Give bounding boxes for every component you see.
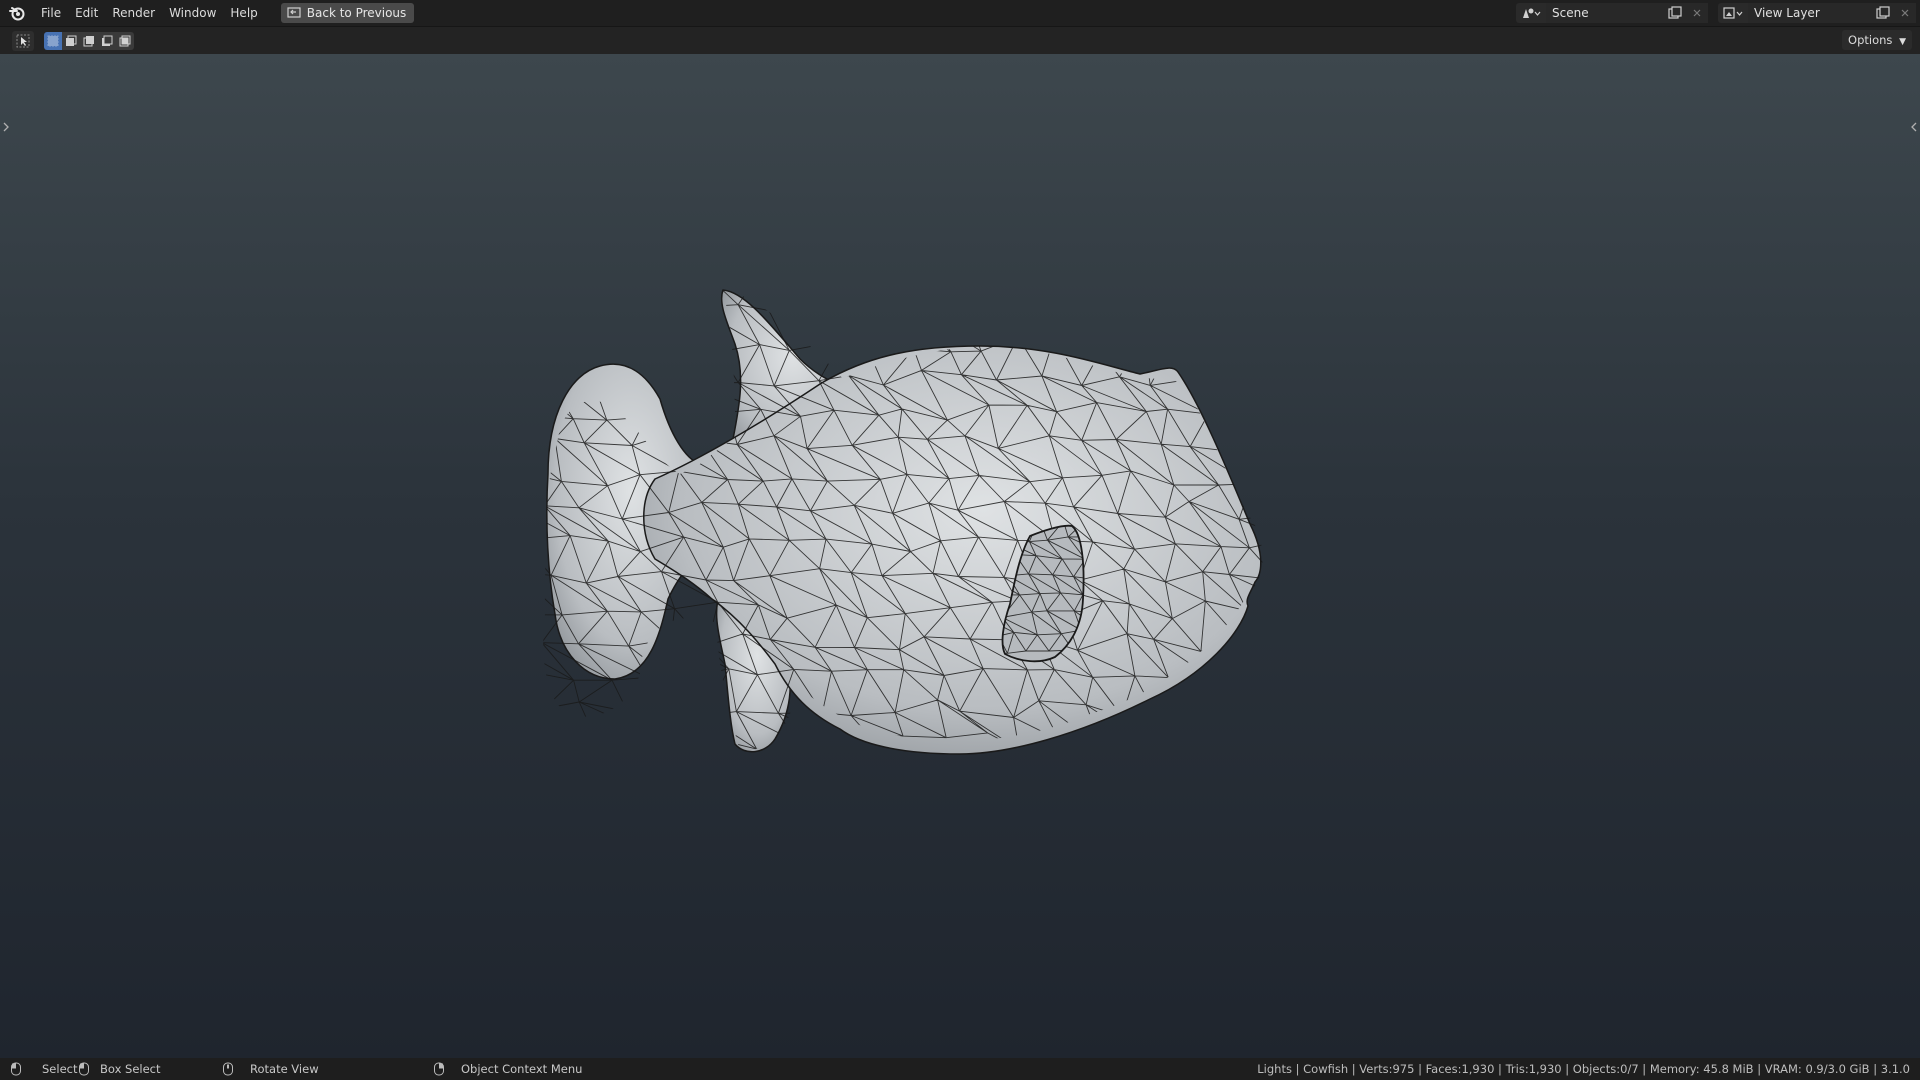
menu-window[interactable]: Window: [162, 2, 223, 24]
status-context-menu-label: Object Context Menu: [461, 1062, 583, 1076]
status-select: Select: [10, 1062, 77, 1076]
close-icon: [1901, 9, 1909, 17]
cursor-arrow-icon: [16, 34, 30, 48]
top-bar: File Edit Render Window Help Back to Pre…: [0, 0, 1920, 26]
select-extend-icon: [66, 35, 77, 46]
chevron-down-icon: ▼: [1899, 37, 1906, 47]
cowfish-mesh[interactable]: [0, 54, 1920, 1058]
menu-edit[interactable]: Edit: [68, 2, 105, 24]
status-bar: Select Box Select Rotate View Object Con…: [0, 1058, 1920, 1080]
selection-mode-group: [44, 32, 134, 50]
status-select-label: Select: [42, 1062, 78, 1076]
scene-browse-dropdown[interactable]: [1516, 3, 1546, 23]
view-layer-browse-dropdown[interactable]: [1718, 3, 1748, 23]
back-to-previous-label: Back to Previous: [306, 6, 407, 20]
mode-difference-button[interactable]: [98, 32, 116, 50]
select-subtract-icon: [83, 36, 94, 47]
mode-extend-button[interactable]: [62, 32, 80, 50]
blender-logo-icon[interactable]: [8, 4, 26, 22]
scene-statistics: Lights | Cowfish | Verts:975 | Faces:1,9…: [1257, 1062, 1910, 1076]
mouse-middle-icon: [223, 1062, 233, 1076]
options-dropdown[interactable]: Options ▼: [1842, 30, 1912, 50]
screen-back-icon: [287, 7, 301, 18]
scene-name-field[interactable]: Scene: [1546, 3, 1664, 23]
menu-file[interactable]: File: [34, 2, 68, 24]
mode-set-new-button[interactable]: [44, 32, 62, 50]
tool-select-button[interactable]: [12, 31, 34, 51]
scene-layer-selectors: Scene View Layer: [1516, 0, 1920, 26]
status-rotate-view-label: Rotate View: [250, 1062, 319, 1076]
duplicate-icon: [1668, 6, 1682, 19]
mouse-left-icon: [11, 1062, 21, 1076]
new-scene-button[interactable]: [1664, 3, 1686, 23]
close-icon: [1693, 9, 1701, 17]
mouse-drag-icon: [79, 1062, 89, 1076]
menu-render[interactable]: Render: [105, 2, 162, 24]
delete-scene-button[interactable]: [1686, 3, 1708, 23]
select-difference-icon: [102, 35, 113, 46]
status-context-menu: Object Context Menu: [433, 1062, 582, 1076]
status-box-select: Box Select: [76, 1062, 161, 1076]
options-label: Options: [1848, 33, 1893, 47]
mode-subtract-button[interactable]: [80, 32, 98, 50]
back-to-previous-button[interactable]: Back to Previous: [280, 3, 415, 23]
viewport-header: Options ▼: [0, 26, 1920, 55]
view-layer-name-field[interactable]: View Layer: [1748, 3, 1872, 23]
status-rotate-view: Rotate View: [222, 1062, 319, 1076]
render-layers-icon: [1723, 7, 1743, 19]
select-intersect-icon: [119, 35, 131, 47]
3d-viewport[interactable]: [0, 54, 1920, 1058]
menu-help[interactable]: Help: [223, 2, 264, 24]
select-set-icon: [47, 35, 59, 47]
duplicate-icon: [1876, 6, 1890, 19]
mode-intersect-button[interactable]: [116, 32, 134, 50]
scene-icon: [1523, 8, 1541, 18]
status-box-select-label: Box Select: [100, 1062, 161, 1076]
new-view-layer-button[interactable]: [1872, 3, 1894, 23]
mouse-right-icon: [434, 1062, 444, 1076]
delete-view-layer-button[interactable]: [1894, 3, 1916, 23]
